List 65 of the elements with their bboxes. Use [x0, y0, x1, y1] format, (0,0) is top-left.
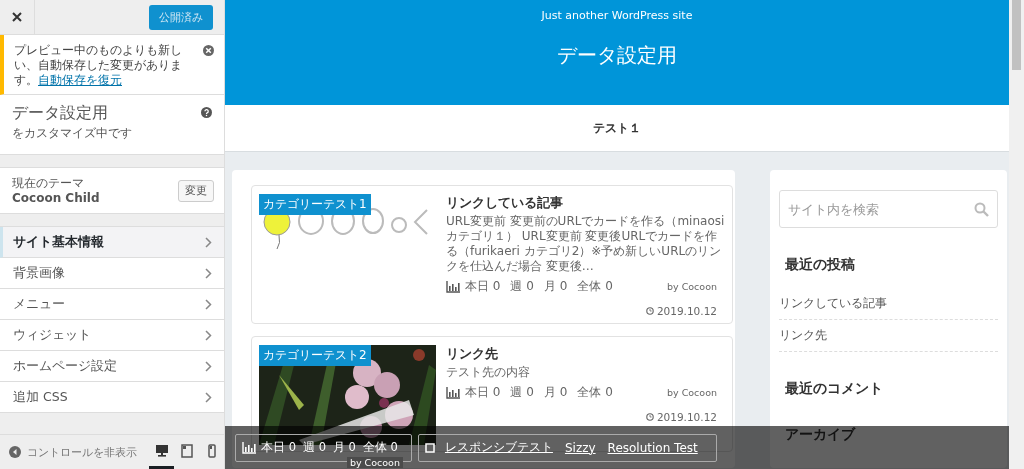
- change-theme-button[interactable]: 変更: [178, 179, 214, 202]
- section-item[interactable]: ウィジェット: [0, 320, 224, 351]
- theme-name: Cocoon Child: [12, 191, 100, 205]
- search-icon: [974, 202, 989, 217]
- recent-post-link[interactable]: リンク先: [779, 320, 998, 352]
- view-count: 全体 0: [577, 278, 613, 295]
- dismiss-icon[interactable]: [203, 45, 214, 56]
- widget-title: 最近の投稿: [785, 256, 856, 274]
- recent-post-link[interactable]: リンクしている記事: [779, 288, 998, 320]
- bar-chart-icon: [242, 441, 256, 454]
- chevron-right-icon: [205, 236, 212, 248]
- notice-text: プレビュー中のものよりも新しい、自動保存した変更があります。自動保存を復元: [14, 43, 183, 88]
- post-date: 2019.10.12: [645, 411, 717, 423]
- site-tagline: Just another WordPress site: [541, 9, 693, 22]
- widget-title: アーカイブ: [785, 426, 857, 444]
- section-item[interactable]: サイト基本情報: [0, 227, 224, 258]
- section-item[interactable]: メニュー: [0, 289, 224, 320]
- tablet-icon: [180, 443, 193, 458]
- clock-icon: [645, 413, 654, 421]
- section-item[interactable]: 背景画像: [0, 258, 224, 289]
- scrollbar[interactable]: [1009, 0, 1024, 469]
- category-label: カテゴリーテスト1: [259, 194, 371, 215]
- customizer-title: データ設定用: [12, 102, 109, 124]
- chevron-right-icon: [205, 267, 212, 279]
- post-date: 2019.10.12: [645, 305, 717, 317]
- view-count: 週 0: [510, 278, 534, 295]
- toolbar-link[interactable]: Resolution Test: [607, 440, 698, 455]
- chevron-right-icon: [205, 298, 212, 310]
- hide-controls-button[interactable]: コントロールを非表示: [9, 444, 137, 460]
- bar-chart-icon: [446, 280, 460, 293]
- chevron-right-icon: [205, 360, 212, 372]
- nav-link[interactable]: テスト１: [593, 119, 641, 137]
- post-title[interactable]: リンクしている記事: [446, 194, 725, 212]
- post-card[interactable]: カテゴリーテスト1 リンクしている記事 URL変更前 変更前のURLでカードを作る（minaosi カテゴリ１） URL変更前 変更後URLでカードを作る（furikaeri カテゴリ2）※予め新しいURLのリンクを仕込んだ場合 変更後… 本日 0 週 0 月 0 全体 0 by Cocoon 2019.10.12: [251, 185, 733, 324]
- clock-icon: [645, 307, 654, 315]
- restore-link[interactable]: 自動保存を復元: [38, 73, 122, 87]
- view-count: 週 0: [510, 384, 534, 401]
- section-item[interactable]: 追加 CSS: [0, 382, 224, 413]
- mobile-icon: [207, 443, 216, 458]
- bar-chart-icon: [446, 386, 460, 399]
- credit-text: by Cocoon: [346, 456, 403, 468]
- desktop-icon: [155, 444, 168, 457]
- collapse-icon: [9, 446, 21, 458]
- category-label: カテゴリーテスト2: [259, 345, 371, 366]
- view-count: 本日 0: [465, 384, 501, 401]
- theme-label: 現在のテーマ: [12, 176, 85, 191]
- search-field[interactable]: サイト内を検索: [779, 190, 998, 228]
- section-item[interactable]: ホームページ設定: [0, 351, 224, 382]
- customizer-subtitle: をカスタマイズ中です: [12, 125, 133, 142]
- view-count: 月 0: [543, 278, 568, 295]
- chevron-right-icon: [205, 391, 212, 403]
- widget-title: 最近のコメント: [785, 380, 884, 398]
- credit-text: by Cocoon: [667, 387, 717, 398]
- help-icon[interactable]: [201, 107, 212, 118]
- close-icon: [12, 12, 22, 22]
- post-excerpt: テスト先の内容: [446, 365, 531, 380]
- chevron-right-icon: [205, 329, 212, 341]
- view-count: 月 0: [543, 384, 568, 401]
- post-title[interactable]: リンク先: [446, 345, 725, 363]
- post-excerpt: URL変更前 変更前のURLでカードを作る（minaosi カテゴリ１） URL変更前 変更後URLでカードを作る（furikaeri カテゴリ2）※予め新しいURLのリンクを仕込んだ場合 変更後…: [446, 214, 725, 274]
- toolbar-link[interactable]: Sizzy: [564, 440, 596, 455]
- view-count: 本日 0: [465, 278, 501, 295]
- square-icon: [424, 442, 435, 453]
- credit-text: by Cocoon: [667, 281, 717, 292]
- view-count: 全体 0: [577, 384, 613, 401]
